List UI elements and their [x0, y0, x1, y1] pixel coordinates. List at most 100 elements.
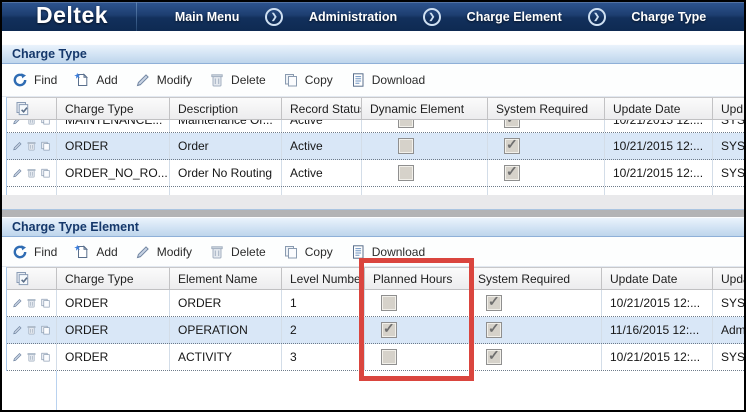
column-header-system-required[interactable]: System Required	[488, 98, 605, 119]
dynamic-element-checkbox[interactable]	[398, 165, 414, 181]
delete-icon[interactable]	[26, 324, 37, 336]
find-button[interactable]: Find	[12, 244, 57, 260]
column-header-level-number[interactable]: Level Number	[282, 268, 365, 289]
column-header-update-date[interactable]: Update Date	[605, 98, 713, 119]
select-all-header[interactable]	[7, 98, 57, 119]
delete-icon[interactable]	[26, 351, 37, 363]
system-required-checkbox[interactable]	[486, 295, 502, 311]
delete-icon[interactable]	[26, 140, 37, 152]
column-header-charge-type[interactable]: Charge Type	[57, 98, 170, 119]
charge-type-panel-header: Charge Type	[2, 44, 744, 64]
cell-planned-hours	[365, 290, 470, 316]
edit-icon[interactable]	[12, 140, 23, 152]
copy-icon[interactable]	[40, 297, 51, 309]
column-header-record-status[interactable]: Record Status	[282, 98, 362, 119]
panel-splitter[interactable]	[2, 210, 744, 217]
add-button[interactable]: Add	[74, 72, 117, 88]
system-required-checkbox[interactable]	[486, 349, 502, 365]
cell-charge-type: ORDER	[57, 290, 170, 316]
column-header-charge-type[interactable]: Charge Type	[57, 268, 170, 289]
modify-button[interactable]: Modify	[135, 72, 192, 88]
copy-button[interactable]: Copy	[283, 72, 333, 88]
delete-icon[interactable]	[26, 120, 37, 126]
table-header-row: Charge Type Element Name Level Number Pl…	[7, 267, 744, 290]
row-actions	[7, 317, 57, 343]
charge-type-element-panel-header: Charge Type Element	[2, 217, 744, 237]
delete-icon[interactable]	[26, 297, 37, 309]
copy-icon[interactable]	[40, 140, 51, 152]
cell-level-number: 1	[282, 290, 365, 316]
cell-description: Order No Routing	[170, 160, 282, 186]
cell-charge-type: ORDER	[57, 317, 170, 343]
column-header-dynamic-element[interactable]: Dynamic Element	[362, 98, 488, 119]
planned-hours-checkbox[interactable]	[381, 295, 397, 311]
dynamic-element-checkbox[interactable]	[398, 138, 414, 154]
planned-hours-checkbox[interactable]	[381, 349, 397, 365]
copy-icon[interactable]	[40, 351, 51, 363]
pencil-icon	[135, 244, 151, 260]
table-row[interactable]: ORDER ORDER 1 10/21/2015 12:... SYSTEM	[7, 290, 744, 317]
column-guide-line	[56, 371, 57, 410]
select-all-header[interactable]	[7, 268, 57, 289]
copy-icon[interactable]	[40, 120, 51, 126]
cell-charge-type: ORDER	[57, 344, 170, 370]
copy-button[interactable]: Copy	[283, 244, 333, 260]
cell-element-name: ACTIVITY	[170, 344, 282, 370]
system-required-checkbox[interactable]	[486, 322, 502, 338]
cell-element-name: OPERATION	[170, 317, 282, 343]
cell-updated-by: SYSTEM	[713, 290, 744, 316]
edit-icon[interactable]	[12, 324, 23, 336]
charge-type-toolbar: Find Add Modify Delete Copy Download	[2, 64, 744, 97]
table-row[interactable]: ORDER OPERATION 2 11/16/2015 12:... Admi…	[7, 317, 744, 344]
download-button[interactable]: Download	[350, 244, 425, 260]
cell-system-required	[470, 344, 602, 370]
charge-type-panel: Charge Type Find Add Modify Delete Copy …	[2, 44, 744, 209]
delete-button[interactable]: Delete	[209, 72, 266, 88]
chevron-right-circle-icon: ❯	[588, 8, 606, 26]
table-header-row: Charge Type Description Record Status Dy…	[7, 97, 744, 120]
cell-charge-type: ORDER	[57, 133, 170, 159]
table-row[interactable]: ORDER Order Active 10/21/2015 12:... SYS	[7, 133, 744, 160]
download-button[interactable]: Download	[350, 72, 425, 88]
cell-system-required	[488, 160, 605, 186]
download-icon	[350, 244, 366, 260]
dynamic-element-checkbox[interactable]	[398, 120, 414, 128]
delete-icon[interactable]	[26, 167, 37, 179]
cell-planned-hours	[365, 317, 470, 343]
edit-icon[interactable]	[12, 351, 23, 363]
modify-button[interactable]: Modify	[135, 244, 192, 260]
cell-level-number: 3	[282, 344, 365, 370]
table-row[interactable]: MAINTENANCE... Maintenance Or... Active …	[7, 120, 744, 133]
column-header-planned-hours[interactable]: Planned Hours	[365, 268, 470, 289]
charge-type-element-panel: Charge Type Element Find Add Modify Dele…	[2, 217, 744, 410]
breadcrumb-item-main-menu[interactable]: Main Menu	[175, 10, 240, 24]
find-button[interactable]: Find	[12, 72, 57, 88]
column-header-update-date[interactable]: Update Date	[602, 268, 713, 289]
planned-hours-checkbox[interactable]	[381, 322, 397, 338]
column-header-element-name[interactable]: Element Name	[170, 268, 282, 289]
table-row[interactable]: ORDER_NO_RO... Order No Routing Active 1…	[7, 160, 744, 187]
add-button[interactable]: Add	[74, 244, 117, 260]
cell-update-date: 10/21/2015 12:...	[605, 133, 713, 159]
cell-record-status: Active	[282, 120, 362, 133]
column-header-system-required[interactable]: System Required	[470, 268, 602, 289]
edit-icon[interactable]	[12, 297, 23, 309]
copy-icon[interactable]	[40, 167, 51, 179]
copy-icon[interactable]	[40, 324, 51, 336]
system-required-checkbox[interactable]	[504, 138, 520, 154]
column-header-description[interactable]: Description	[170, 98, 282, 119]
row-actions	[7, 160, 57, 186]
column-header-updated-by[interactable]: Update	[713, 268, 744, 289]
breadcrumb-item-administration[interactable]: Administration	[309, 10, 397, 24]
column-header-updated-by[interactable]: Upd	[713, 98, 744, 119]
system-required-checkbox[interactable]	[504, 165, 520, 181]
system-required-checkbox[interactable]	[504, 120, 520, 128]
cell-system-required	[470, 317, 602, 343]
delete-button[interactable]: Delete	[209, 244, 266, 260]
table-row[interactable]: ORDER ACTIVITY 3 10/21/2015 12:... SYSTE…	[7, 344, 744, 371]
cell-update-date: 10/21/2015 12:...	[602, 344, 713, 370]
breadcrumb-item-charge-type[interactable]: Charge Type	[631, 10, 706, 24]
edit-icon[interactable]	[12, 167, 23, 179]
breadcrumb-item-charge-element[interactable]: Charge Element	[467, 10, 562, 24]
edit-icon[interactable]	[12, 120, 23, 126]
